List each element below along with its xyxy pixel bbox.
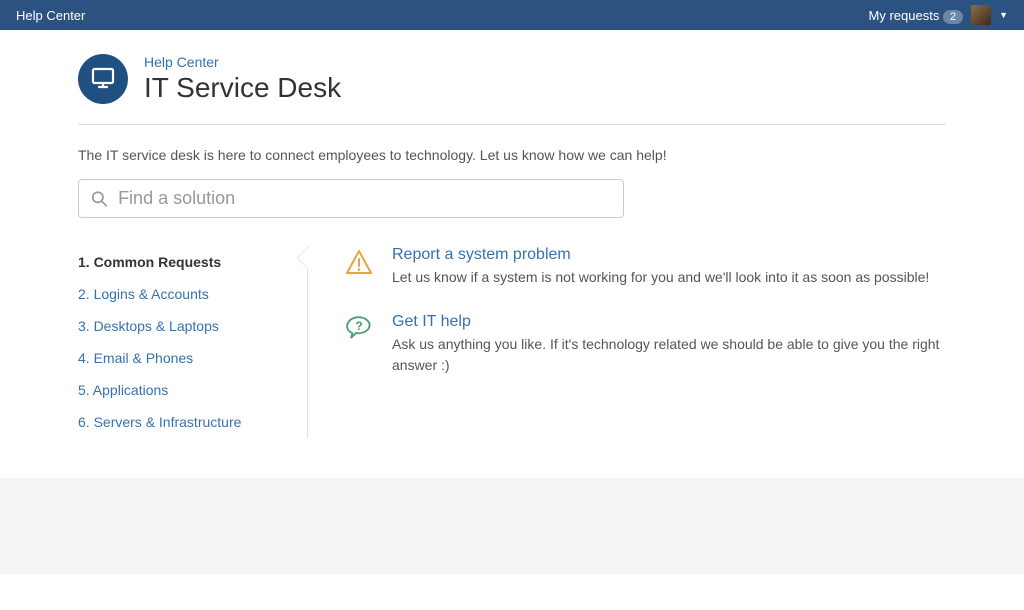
page-title: IT Service Desk (144, 72, 341, 104)
topbar: Help Center My requests 2 ▼ (0, 0, 1024, 30)
breadcrumb[interactable]: Help Center (144, 54, 341, 70)
svg-text:?: ? (355, 319, 362, 333)
category-item-desktops[interactable]: 3. Desktops & Laptops (78, 310, 287, 342)
chevron-down-icon[interactable]: ▼ (999, 10, 1008, 20)
category-list: 1. Common Requests 2. Logins & Accounts … (78, 246, 308, 438)
main-columns: 1. Common Requests 2. Logins & Accounts … (78, 246, 946, 438)
content: Help Center IT Service Desk The IT servi… (62, 30, 962, 438)
page-header: Help Center IT Service Desk (78, 30, 946, 125)
category-item-email[interactable]: 4. Email & Phones (78, 342, 287, 374)
request-desc: Let us know if a system is not working f… (392, 267, 946, 287)
footer (0, 478, 1024, 574)
category-item-common[interactable]: 1. Common Requests (78, 246, 287, 278)
my-requests-count: 2 (943, 10, 963, 24)
category-item-servers[interactable]: 6. Servers & Infrastructure (78, 406, 287, 438)
request-list: Report a system problem Let us know if a… (308, 246, 946, 438)
warning-icon (342, 246, 376, 280)
desk-logo-icon (78, 54, 128, 104)
intro-text: The IT service desk is here to connect e… (78, 125, 946, 179)
my-requests-link[interactable]: My requests 2 (869, 8, 964, 23)
search-box[interactable] (78, 179, 624, 218)
avatar[interactable] (971, 5, 991, 25)
category-item-applications[interactable]: 5. Applications (78, 374, 287, 406)
question-chat-icon: ? (342, 313, 376, 347)
category-item-logins[interactable]: 2. Logins & Accounts (78, 278, 287, 310)
request-item: ? Get IT help Ask us anything you like. … (342, 313, 946, 375)
request-item: Report a system problem Let us know if a… (342, 246, 946, 287)
topbar-title[interactable]: Help Center (16, 8, 85, 23)
search-input[interactable] (118, 188, 611, 209)
request-title[interactable]: Report a system problem (392, 246, 946, 264)
topbar-right: My requests 2 ▼ (869, 5, 1008, 25)
search-icon (91, 190, 108, 208)
active-pointer (298, 248, 308, 268)
request-desc: Ask us anything you like. If it's techno… (392, 334, 946, 375)
request-title[interactable]: Get IT help (392, 313, 946, 331)
